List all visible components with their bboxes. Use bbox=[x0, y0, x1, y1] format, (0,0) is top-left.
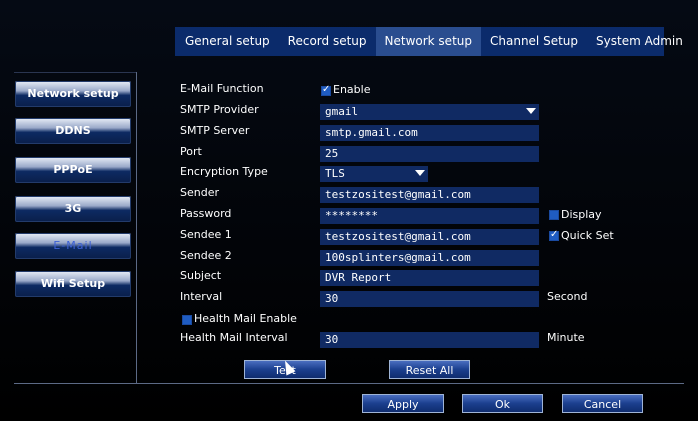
tab-channel-setup[interactable]: Channel Setup bbox=[481, 27, 587, 56]
chevron-down-icon bbox=[415, 170, 425, 176]
sender-label: Sender bbox=[180, 186, 219, 199]
password-label: Password bbox=[180, 207, 232, 220]
tab-bar: General setup Record setup Network setup… bbox=[175, 27, 683, 56]
tab-general-setup[interactable]: General setup bbox=[175, 27, 279, 56]
health-mail-interval-unit: Minute bbox=[547, 331, 585, 344]
sendee1-input[interactable]: testzositest@gmail.com bbox=[320, 229, 539, 245]
encryption-type-value: TLS bbox=[325, 167, 345, 180]
encryption-type-select[interactable]: TLS bbox=[320, 166, 428, 182]
ok-button[interactable]: Ok bbox=[462, 394, 543, 413]
health-mail-enable-label: Health Mail Enable bbox=[194, 312, 297, 325]
health-mail-interval-input[interactable]: 30 bbox=[320, 332, 539, 348]
encryption-type-label: Encryption Type bbox=[180, 165, 268, 178]
sendee1-label: Sendee 1 bbox=[180, 228, 232, 241]
sidebar-divider bbox=[136, 72, 137, 383]
health-mail-interval-label: Health Mail Interval bbox=[180, 331, 288, 344]
apply-button[interactable]: Apply bbox=[362, 394, 444, 413]
tab-label: Channel Setup bbox=[490, 34, 579, 48]
sidebar-item-pppoe[interactable]: PPPoE bbox=[15, 157, 131, 183]
port-label: Port bbox=[180, 145, 202, 158]
dvr-window: General setup Record setup Network setup… bbox=[0, 0, 698, 421]
sidebar-item-3g[interactable]: 3G bbox=[15, 196, 131, 222]
chevron-down-icon bbox=[526, 108, 536, 114]
sendee2-input[interactable]: 100splinters@gmail.com bbox=[320, 250, 539, 266]
sidebar-item-wifi-setup[interactable]: Wifi Setup bbox=[15, 271, 131, 297]
interval-input[interactable]: 30 bbox=[320, 291, 539, 307]
sendee2-label: Sendee 2 bbox=[180, 249, 232, 262]
cancel-button[interactable]: Cancel bbox=[562, 394, 643, 413]
health-mail-enable-checkbox[interactable] bbox=[182, 315, 192, 325]
smtp-server-label: SMTP Server bbox=[180, 124, 250, 137]
sidebar-item-network-setup[interactable]: Network setup bbox=[15, 81, 131, 107]
sender-input[interactable]: testzositest@gmail.com bbox=[320, 187, 539, 203]
display-password-checkbox[interactable] bbox=[549, 210, 559, 220]
sidebar-item-email[interactable]: E-Mail bbox=[15, 233, 131, 259]
bottom-divider bbox=[14, 383, 684, 384]
tab-system-admin[interactable]: System Admin bbox=[587, 27, 692, 56]
tab-label: Network setup bbox=[384, 34, 472, 48]
quick-set-checkbox[interactable] bbox=[549, 229, 559, 241]
smtp-server-input[interactable]: smtp.gmail.com bbox=[320, 125, 539, 141]
subject-label: Subject bbox=[180, 269, 222, 282]
smtp-provider-label: SMTP Provider bbox=[180, 103, 259, 116]
interval-label: Interval bbox=[180, 290, 223, 303]
smtp-provider-value: gmail bbox=[325, 105, 359, 118]
email-function-label: E-Mail Function bbox=[180, 82, 264, 95]
reset-all-button[interactable]: Reset All bbox=[389, 360, 470, 379]
tab-network-setup[interactable]: Network setup bbox=[375, 27, 481, 56]
interval-unit: Second bbox=[547, 290, 588, 303]
tab-label: System Admin bbox=[596, 34, 683, 48]
tab-label: Record setup bbox=[287, 34, 367, 48]
tab-record-setup[interactable]: Record setup bbox=[279, 27, 376, 56]
password-input[interactable]: ******** bbox=[320, 208, 539, 224]
tab-label: General setup bbox=[185, 34, 270, 48]
display-password-label: Display bbox=[561, 208, 602, 221]
email-enable-checkbox[interactable] bbox=[321, 84, 331, 96]
sidebar-top-divider bbox=[14, 72, 136, 73]
smtp-provider-select[interactable]: gmail bbox=[320, 104, 539, 120]
email-enable-label: Enable bbox=[333, 83, 371, 96]
sidebar-item-ddns[interactable]: DDNS bbox=[15, 118, 131, 144]
quick-set-label: Quick Set bbox=[561, 229, 614, 242]
port-input[interactable]: 25 bbox=[320, 146, 539, 162]
subject-input[interactable]: DVR Report bbox=[320, 270, 539, 286]
